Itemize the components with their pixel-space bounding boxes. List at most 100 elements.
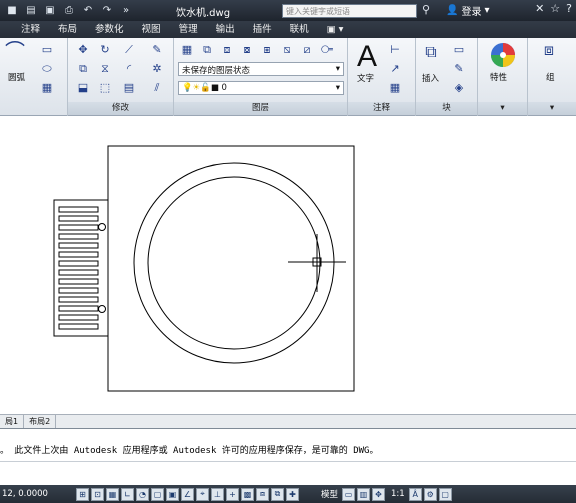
tab-layout1[interactable]: 局1: [0, 415, 25, 428]
erase-icon[interactable]: ✎: [148, 42, 166, 57]
model-label[interactable]: 模型: [321, 488, 338, 500]
layer-unisolate-icon[interactable]: ⧅: [278, 42, 296, 57]
scale-label[interactable]: 1:1: [391, 489, 405, 499]
stretch-icon[interactable]: ⬓: [74, 80, 92, 95]
infer-constraints-icon[interactable]: ⊞: [76, 487, 89, 501]
text-label[interactable]: 文字: [357, 72, 374, 84]
rectangle-icon[interactable]: ▭: [38, 42, 56, 57]
rotate-icon[interactable]: ↻: [96, 42, 114, 57]
exchange-icon[interactable]: ✕: [535, 2, 544, 15]
arc-icon[interactable]: ⌒: [5, 39, 25, 63]
workspace-icon[interactable]: ⚙: [423, 487, 437, 501]
osnap-icon[interactable]: ▢: [151, 487, 164, 501]
groups-panel-expand[interactable]: ▾: [528, 102, 576, 115]
attribute-icon[interactable]: ◈: [450, 80, 468, 95]
3d-osnap-icon[interactable]: ▣: [166, 487, 179, 501]
annotation-visibility-icon[interactable]: Â: [408, 487, 422, 501]
pan-icon[interactable]: ✥: [372, 487, 386, 501]
app-menu-icon[interactable]: ■: [4, 3, 20, 18]
tab-manage[interactable]: 管理: [170, 21, 207, 38]
offset-icon[interactable]: ⫽: [148, 80, 166, 95]
hatch-icon[interactable]: ▦: [38, 80, 56, 95]
properties-label[interactable]: 特性: [490, 71, 507, 83]
layer-state-icon[interactable]: ⧉: [198, 42, 216, 57]
ortho-icon[interactable]: ∟: [121, 487, 134, 501]
scale-icon[interactable]: ⬚: [96, 80, 114, 95]
tab-online[interactable]: 联机: [281, 21, 318, 38]
command-line[interactable]: 。 此文件上次由 Autodesk 应用程序或 Autodesk 许可的应用程序…: [0, 428, 576, 485]
help-icon[interactable]: ?: [566, 2, 572, 15]
quick-properties-icon[interactable]: ⧈: [256, 487, 269, 501]
arc-label[interactable]: 圆弧: [8, 71, 25, 83]
layer-isolate-icon[interactable]: ⧆: [258, 42, 276, 57]
edit-block-icon[interactable]: ✎: [450, 61, 468, 76]
leader-icon[interactable]: ↗: [386, 61, 404, 76]
snap-icon[interactable]: ⊡: [91, 487, 104, 501]
explode-icon[interactable]: ✲: [148, 61, 166, 76]
mirror-icon[interactable]: ⧖: [96, 61, 114, 76]
create-block-icon[interactable]: ▭: [450, 42, 468, 57]
redo-icon[interactable]: ↷: [99, 3, 115, 18]
modify-panel-label[interactable]: 修改: [68, 102, 173, 115]
properties-panel-expand[interactable]: ▾: [478, 102, 527, 115]
quick-view-icon[interactable]: ▥: [357, 487, 371, 501]
annotation-panel-label[interactable]: 注释: [348, 102, 415, 115]
tab-plugins[interactable]: 插件: [244, 21, 281, 38]
trim-icon[interactable]: ⟋: [120, 42, 138, 57]
draw-panel: ⌒ 圆弧 ▭ ⬭ ▦: [0, 38, 68, 116]
move-icon[interactable]: ✥: [74, 42, 92, 57]
layer-off-icon[interactable]: ⧃: [318, 42, 336, 57]
current-layer-dropdown[interactable]: 💡☀🔓■ 0 ▾: [178, 81, 344, 95]
login-label[interactable]: 登录: [461, 3, 481, 18]
layers-panel-label[interactable]: 图层: [174, 102, 347, 115]
tab-view[interactable]: 视图: [133, 21, 170, 38]
chevron-down-icon[interactable]: ▾: [484, 5, 489, 16]
coordinates-readout[interactable]: 12, 0.0000: [0, 489, 76, 499]
tab-layout2[interactable]: 布局2: [24, 415, 57, 428]
layer-state-dropdown[interactable]: 未保存的图层状态 ▾: [178, 62, 344, 76]
star-icon[interactable]: ☆: [550, 2, 560, 15]
selection-cycling-icon[interactable]: ⧉: [271, 487, 284, 501]
group-icon[interactable]: ⧈: [540, 40, 558, 59]
copy-icon[interactable]: ⧉: [74, 61, 92, 76]
color-wheel-icon[interactable]: [490, 42, 516, 68]
tab-output[interactable]: 输出: [207, 21, 244, 38]
undo-icon[interactable]: ↶: [80, 3, 96, 18]
print-icon[interactable]: ⎙: [61, 3, 77, 18]
insert-label[interactable]: 插入: [422, 72, 439, 84]
annotation-monitor-icon[interactable]: ✚: [286, 487, 299, 501]
drawing[interactable]: [0, 116, 576, 414]
dyn-icon[interactable]: ⊥: [211, 487, 224, 501]
polar-icon[interactable]: ◔: [136, 487, 149, 501]
save-icon[interactable]: ▣: [42, 3, 58, 18]
drawing-canvas[interactable]: [0, 116, 576, 414]
layer-match-icon[interactable]: ⧈: [218, 42, 236, 57]
lineweight-icon[interactable]: +: [226, 487, 239, 501]
table-icon[interactable]: ▦: [386, 80, 404, 95]
binoculars-icon[interactable]: ⚲: [422, 3, 430, 16]
layer-freeze-icon[interactable]: ⧄: [298, 42, 316, 57]
tab-extra[interactable]: ▣ ▾: [318, 21, 353, 38]
layer-previous-icon[interactable]: ⧇: [238, 42, 256, 57]
dimension-icon[interactable]: ⊢: [386, 42, 404, 57]
otrack-icon[interactable]: ∠: [181, 487, 194, 501]
search-input[interactable]: 键入关键字或短语: [282, 4, 417, 18]
more-icon[interactable]: »: [118, 3, 134, 18]
ducs-icon[interactable]: ⌖: [196, 487, 209, 501]
layer-properties-icon[interactable]: ▦: [178, 42, 196, 57]
tab-layout[interactable]: 布局: [49, 21, 86, 38]
model-layout-icon[interactable]: ▭: [342, 487, 356, 501]
open-icon[interactable]: ▤: [23, 3, 39, 18]
ellipse-icon[interactable]: ⬭: [38, 61, 56, 76]
fillet-icon[interactable]: ◜: [120, 61, 138, 76]
clean-screen-icon[interactable]: ▢: [438, 487, 452, 501]
text-icon[interactable]: A: [357, 40, 377, 74]
grid-icon[interactable]: ▦: [106, 487, 119, 501]
insert-block-icon[interactable]: ⧉: [422, 42, 440, 61]
block-panel-label[interactable]: 块: [416, 102, 477, 115]
tab-parametric[interactable]: 参数化: [86, 21, 133, 38]
transparency-icon[interactable]: ▩: [241, 487, 254, 501]
groups-label[interactable]: 组: [546, 71, 555, 83]
array-icon[interactable]: ▤: [120, 80, 138, 95]
login-area[interactable]: 👤 登录 ▾: [446, 3, 489, 18]
